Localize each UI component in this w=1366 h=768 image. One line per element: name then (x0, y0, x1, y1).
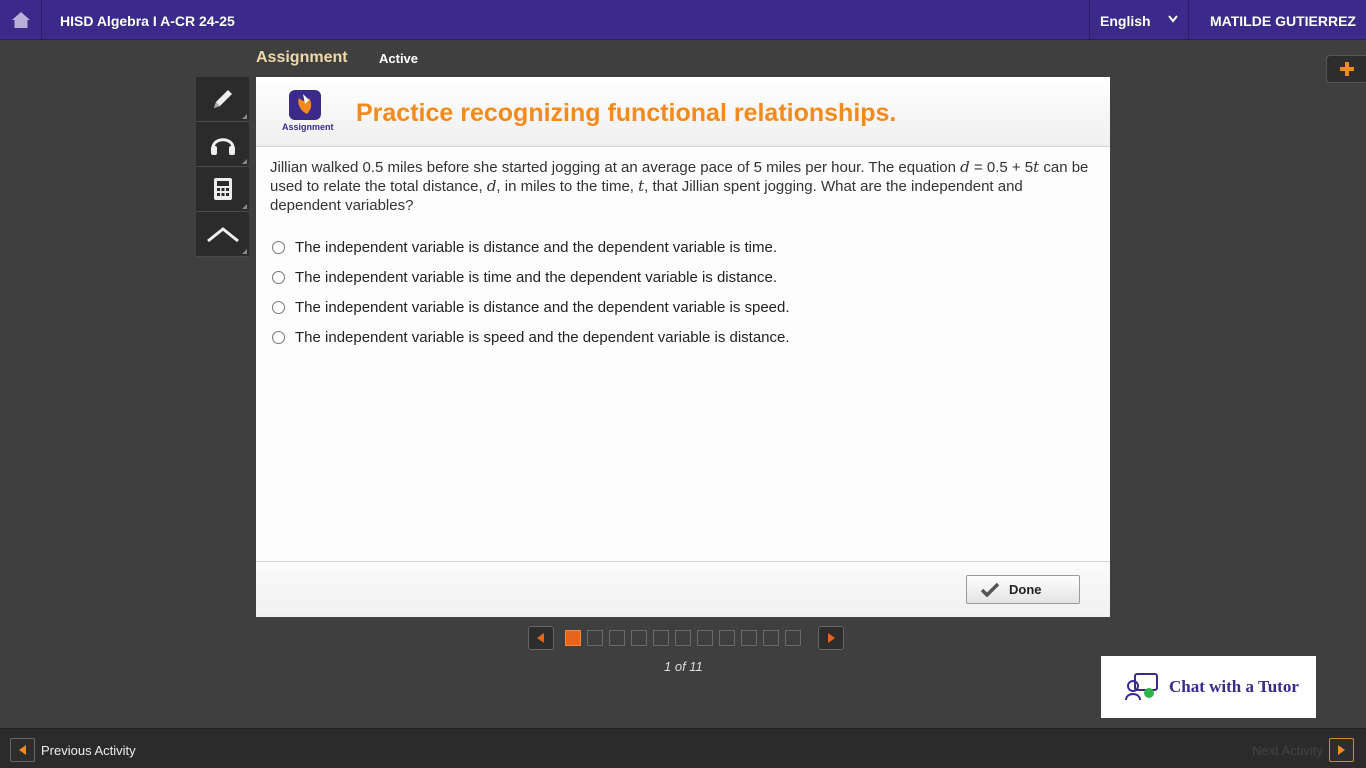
pencil-tool-button[interactable] (196, 77, 249, 122)
question-part: Jillian walked 0.5 miles before she star… (270, 159, 961, 176)
radio-button[interactable] (272, 300, 285, 314)
question-text: Jillian walked 0.5 miles before she star… (270, 158, 1096, 215)
next-question-button[interactable] (818, 625, 844, 650)
tool-corner-icon (242, 114, 247, 119)
page-indicator-1[interactable] (565, 629, 581, 646)
radio-button[interactable] (272, 270, 285, 284)
done-button[interactable]: Done (966, 575, 1080, 604)
plus-icon (1339, 62, 1354, 76)
arrow-left-icon (537, 632, 544, 643)
card-footer: Done (256, 561, 1110, 617)
chat-label: Chat with a Tutor (1169, 677, 1299, 696)
audio-tool-button[interactable] (196, 122, 249, 167)
checkmark-icon (981, 582, 999, 597)
answer-option[interactable]: The independent variable is distance and… (272, 292, 790, 322)
answer-option-label: The independent variable is speed and th… (295, 328, 790, 346)
tool-corner-icon (242, 204, 247, 209)
question-part: , in miles to the time, (496, 178, 639, 195)
radio-button[interactable] (272, 240, 285, 254)
calculator-icon (213, 178, 232, 200)
answer-option[interactable]: The independent variable is time and the… (272, 262, 790, 292)
tool-corner-icon (242, 249, 247, 254)
answer-options: The independent variable is distance and… (272, 232, 790, 352)
page-count: 1 of 11 (664, 659, 703, 674)
logo-text: Assignment (282, 122, 334, 132)
page-indicator-8[interactable] (719, 629, 735, 646)
status-label: Active (379, 51, 419, 66)
assignment-card: Assignment Practice recognizing function… (256, 77, 1110, 617)
tool-palette (196, 77, 249, 257)
language-label: English (1100, 13, 1151, 29)
answer-option-label: The independent variable is distance and… (295, 238, 777, 256)
page-indicator-9[interactable] (741, 629, 757, 646)
answer-option-label: The independent variable is distance and… (295, 298, 790, 316)
chevron-down-icon (1168, 15, 1178, 23)
activity-title: Practice recognizing functional relation… (356, 99, 897, 127)
home-button[interactable] (0, 0, 42, 40)
next-activity-button[interactable]: Next Activity (1252, 738, 1354, 762)
next-activity-arrow[interactable] (1328, 738, 1354, 762)
page-indicator-10[interactable] (763, 629, 779, 646)
assignment-logo: Assignment (282, 90, 334, 134)
page-indicator-7[interactable] (697, 629, 713, 646)
arrow-right-icon (1337, 745, 1345, 755)
question-pager (528, 625, 844, 650)
tool-corner-icon (242, 159, 247, 164)
activity-type-label: Assignment (256, 49, 348, 66)
card-header: Assignment Practice recognizing function… (256, 77, 1110, 147)
answer-option[interactable]: The independent variable is distance and… (272, 232, 790, 262)
headphones-icon (210, 138, 235, 155)
caret-up-icon (206, 227, 239, 243)
page-indicator-2[interactable] (587, 629, 603, 646)
pencil-icon (213, 90, 232, 108)
language-select[interactable]: English (1089, 0, 1189, 40)
math-symbol-tool-button[interactable] (196, 212, 249, 257)
math-variable: d (486, 177, 497, 195)
answer-option[interactable]: The independent variable is speed and th… (272, 322, 790, 352)
course-title: HISD Algebra I A-CR 24-25 (60, 13, 235, 29)
page-indicator-6[interactable] (675, 629, 691, 646)
page-indicator-4[interactable] (631, 629, 647, 646)
page-indicator-5[interactable] (653, 629, 669, 646)
page-indicator-3[interactable] (609, 629, 625, 646)
arrow-left-icon (19, 745, 26, 755)
home-icon (11, 12, 30, 28)
question-part: = 0.5 + 5 (969, 159, 1034, 176)
chat-with-tutor-button[interactable]: Chat with a Tutor (1101, 656, 1316, 718)
done-label: Done (1009, 582, 1042, 597)
arrow-right-icon (828, 632, 835, 643)
previous-activity-arrow[interactable] (10, 738, 35, 762)
math-variable: d (960, 158, 970, 176)
previous-activity-button[interactable]: Previous Activity (10, 738, 136, 762)
bottom-bar: Previous Activity Next Activity (0, 728, 1366, 768)
assignment-badge-icon (289, 90, 321, 120)
calculator-tool-button[interactable] (196, 167, 249, 212)
tutor-chat-icon (1125, 673, 1158, 701)
answer-option-label: The independent variable is time and the… (295, 268, 777, 286)
expand-button[interactable] (1326, 55, 1366, 83)
previous-activity-label: Previous Activity (41, 742, 136, 758)
previous-question-button[interactable] (528, 625, 554, 650)
page-indicator-11[interactable] (785, 629, 801, 646)
top-bar: HISD Algebra I A-CR 24-25 English MATILD… (0, 0, 1366, 40)
next-activity-label: Next Activity (1252, 742, 1323, 758)
radio-button[interactable] (272, 330, 285, 344)
page-indicators (565, 629, 807, 646)
user-name[interactable]: MATILDE GUTIERREZ (1210, 13, 1356, 29)
